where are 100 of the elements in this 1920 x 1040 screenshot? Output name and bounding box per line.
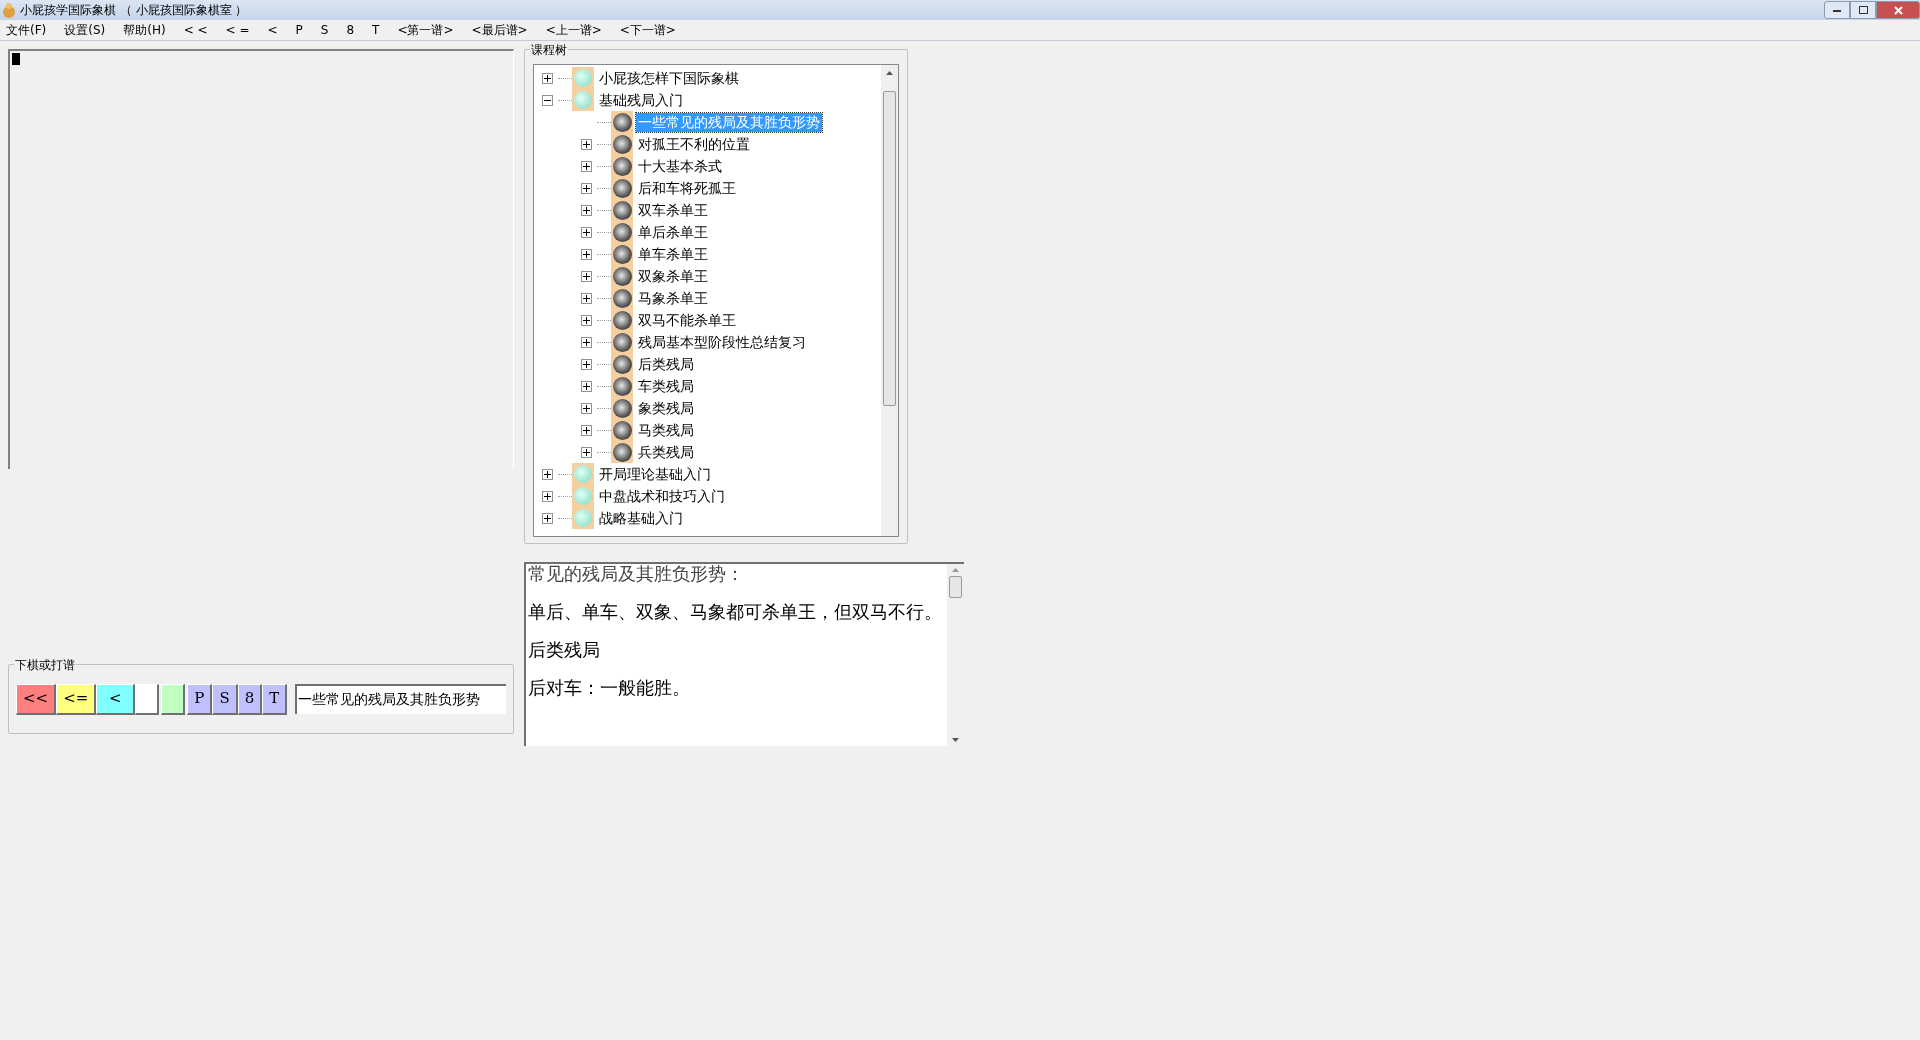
tree-item[interactable]: 基础残局入门 xyxy=(597,90,685,110)
tree-item[interactable]: 车类残局 xyxy=(636,376,696,396)
blank-button[interactable] xyxy=(135,683,160,715)
tree-item[interactable]: 后和车将死孤王 xyxy=(636,178,738,198)
lesson-icon xyxy=(611,199,633,221)
menu-item[interactable]: S xyxy=(320,21,329,39)
expand-icon[interactable] xyxy=(580,226,592,238)
close-button[interactable] xyxy=(1876,1,1920,19)
expand-icon[interactable] xyxy=(541,72,553,84)
course-icon xyxy=(572,463,594,485)
expand-icon[interactable] xyxy=(580,204,592,216)
nav-button[interactable]: <= xyxy=(56,683,97,715)
tree-item[interactable]: 后类残局 xyxy=(636,354,696,374)
nav-button[interactable]: < xyxy=(96,683,136,715)
lesson-icon xyxy=(611,441,633,463)
expand-icon[interactable] xyxy=(580,424,592,436)
menu-item[interactable]: T xyxy=(372,21,380,39)
close-icon xyxy=(1893,5,1903,15)
expand-icon[interactable] xyxy=(580,402,592,414)
tree-item[interactable]: 兵类残局 xyxy=(636,442,696,462)
expand-icon[interactable] xyxy=(541,468,553,480)
tree-item[interactable]: 单车杀单王 xyxy=(636,244,710,264)
menu-item[interactable]: <上一谱> xyxy=(545,21,602,39)
expand-icon[interactable] xyxy=(580,446,592,458)
tree-item[interactable]: 象类残局 xyxy=(636,398,696,418)
menu-item[interactable]: < xyxy=(267,21,278,39)
lesson-paragraph: 常见的残局及其胜负形势： xyxy=(528,564,745,584)
nav-button[interactable]: T xyxy=(262,683,288,715)
menu-item[interactable]: < < xyxy=(183,21,208,39)
lesson-icon xyxy=(611,177,633,199)
expand-icon[interactable] xyxy=(580,248,592,260)
expand-icon[interactable] xyxy=(580,138,592,150)
menu-item[interactable]: 8 xyxy=(346,21,355,39)
lesson-icon xyxy=(611,133,633,155)
scroll-thumb[interactable] xyxy=(949,576,962,598)
lesson-name-field[interactable]: 一些常见的残局及其胜负形势 xyxy=(295,684,506,714)
menu-item[interactable]: P xyxy=(295,21,303,39)
tree-item[interactable]: 残局基本型阶段性总结复习 xyxy=(636,332,808,352)
lesson-icon xyxy=(611,419,633,441)
tree-item[interactable]: 双车杀单王 xyxy=(636,200,710,220)
expand-icon[interactable] xyxy=(580,336,592,348)
expand-icon[interactable] xyxy=(580,380,592,392)
expand-icon[interactable] xyxy=(580,292,592,304)
expand-icon[interactable] xyxy=(580,160,592,172)
lesson-paragraph: 后类残局 xyxy=(528,640,601,660)
tree-item[interactable]: 开局理论基础入门 xyxy=(597,464,713,484)
lesson-icon xyxy=(611,287,633,309)
nav-button[interactable]: P xyxy=(187,683,213,715)
menu-item[interactable]: < = xyxy=(225,21,250,39)
menu-item[interactable]: <下一谱> xyxy=(619,21,676,39)
expand-icon[interactable] xyxy=(580,358,592,370)
tree-item[interactable]: 双马不能杀单王 xyxy=(636,310,738,330)
menu-item[interactable]: <最后谱> xyxy=(471,21,528,39)
course-icon xyxy=(572,89,594,111)
tree-item[interactable]: 十大基本杀式 xyxy=(636,156,724,176)
expand-icon[interactable] xyxy=(541,490,553,502)
blank-button[interactable] xyxy=(161,683,186,715)
lesson-icon xyxy=(611,265,633,287)
cursor-icon xyxy=(12,53,20,65)
course-icon xyxy=(572,67,594,89)
nav-button[interactable]: S xyxy=(212,683,238,715)
lesson-icon xyxy=(611,221,633,243)
tree-item[interactable]: 马类残局 xyxy=(636,420,696,440)
group-title: 课程树 xyxy=(530,41,568,59)
minimize-button[interactable] xyxy=(1824,1,1850,19)
expand-icon[interactable] xyxy=(541,512,553,524)
expand-icon[interactable] xyxy=(580,314,592,326)
nav-button[interactable]: 8 xyxy=(237,683,263,715)
expand-icon[interactable] xyxy=(580,270,592,282)
tree-item[interactable]: 双象杀单王 xyxy=(636,266,710,286)
scroll-thumb[interactable] xyxy=(883,91,896,406)
lesson-icon xyxy=(611,243,633,265)
app-icon xyxy=(2,2,16,18)
menu-item[interactable]: 设置(S) xyxy=(64,21,106,39)
menu-item[interactable]: 文件(F) xyxy=(6,21,47,39)
collapse-icon[interactable] xyxy=(541,94,553,106)
lesson-icon xyxy=(611,353,633,375)
lesson-icon xyxy=(611,397,633,419)
menu-item[interactable]: 帮助(H) xyxy=(123,21,166,39)
scroll-up-icon[interactable] xyxy=(886,71,893,75)
tree-item[interactable]: 对孤王不利的位置 xyxy=(636,134,752,154)
group-title: 下棋或打谱 xyxy=(14,656,76,674)
scroll-down-icon[interactable] xyxy=(952,738,959,742)
course-icon xyxy=(572,507,594,529)
lesson-icon xyxy=(611,111,633,133)
lesson-icon xyxy=(611,375,633,397)
nav-button[interactable]: << xyxy=(16,683,57,715)
scrollbar[interactable] xyxy=(881,65,898,536)
maximize-button[interactable] xyxy=(1850,1,1876,19)
maximize-icon xyxy=(1858,6,1868,14)
tree-item[interactable]: 马象杀单王 xyxy=(636,288,710,308)
tree-item[interactable]: 中盘战术和技巧入门 xyxy=(597,486,727,506)
tree-item[interactable]: 战略基础入门 xyxy=(597,508,685,528)
menu-item[interactable]: <第一谱> xyxy=(397,21,454,39)
expand-icon[interactable] xyxy=(580,182,592,194)
lesson-icon xyxy=(611,331,633,353)
tree-item[interactable]: 小屁孩怎样下国际象棋 xyxy=(597,68,741,88)
tree-item[interactable]: 单后杀单王 xyxy=(636,222,710,242)
minimize-icon xyxy=(1833,8,1841,12)
lesson-paragraph: 单后、单车、双象、马象都可杀单王，但双马不行。 xyxy=(528,602,943,622)
